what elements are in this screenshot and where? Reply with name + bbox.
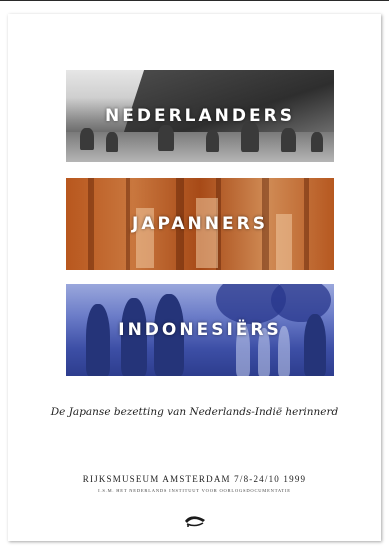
poster-subtitle: De Japanse bezetting van Nederlands-Indi… [50, 406, 339, 418]
panel-title: JAPANNERS [132, 214, 268, 234]
venue-and-dates: RIJKSMUSEUM AMSTERDAM 7/8-24/10 1999 [82, 474, 307, 484]
partner-credit: I.S.M. HET NEDERLANDS INSTITUUT VOOR OOR… [98, 488, 291, 493]
panel-title: INDONESIËRS [118, 320, 282, 340]
panel-title: NEDERLANDERS [105, 106, 295, 126]
rijksmuseum-logo-icon [184, 516, 205, 527]
photo-panel-indonesiers: INDONESIËRS [66, 284, 334, 376]
page: NEDERLANDERS JAPANNERS INDONESIËRS De Ja… [0, 0, 389, 549]
poster: NEDERLANDERS JAPANNERS INDONESIËRS De Ja… [8, 14, 381, 541]
photo-panel-japanners: JAPANNERS [66, 178, 334, 270]
photo-panel-nederlanders: NEDERLANDERS [66, 70, 334, 162]
